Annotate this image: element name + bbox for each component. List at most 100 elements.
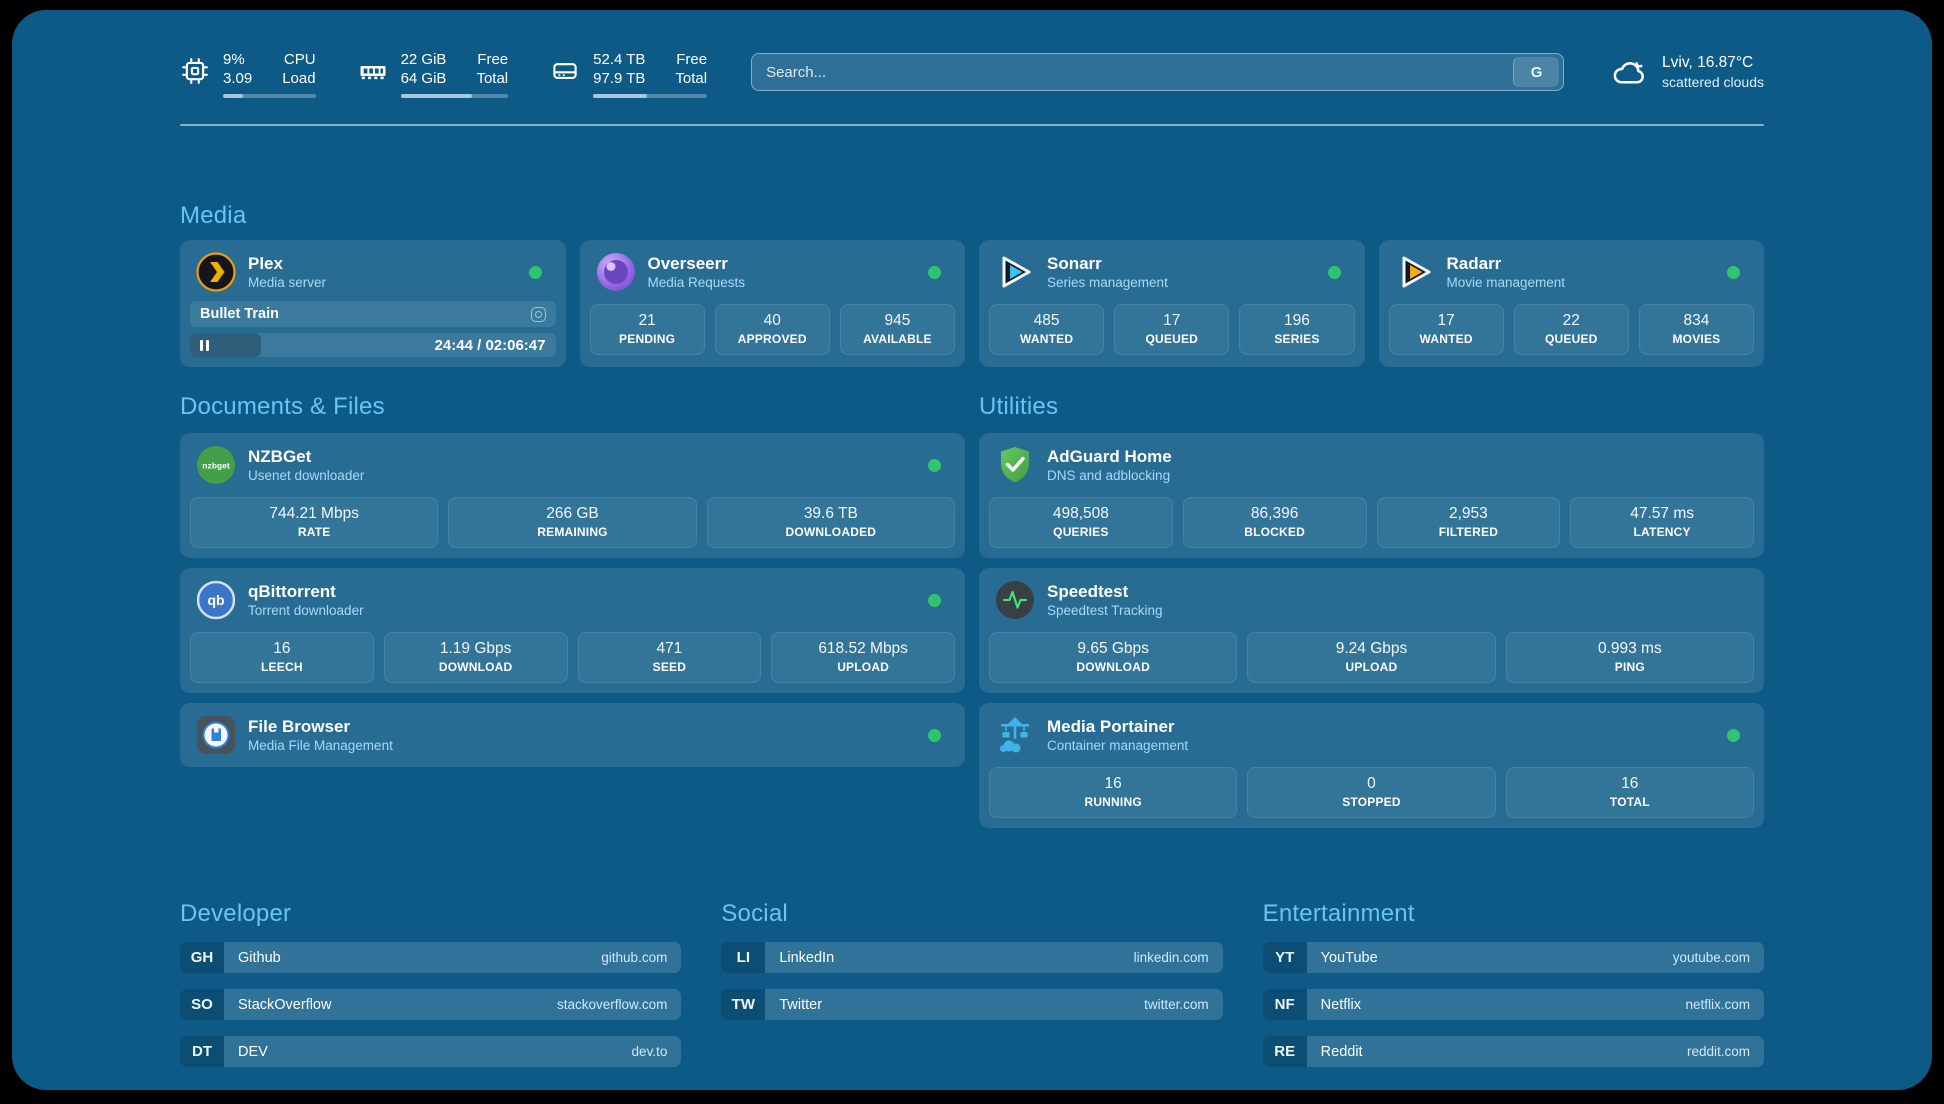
service-card-overseerr[interactable]: Overseerr Media Requests 21PENDING 40APP… (580, 240, 966, 367)
service-card-adguard[interactable]: AdGuard Home DNS and adblocking 498,508Q… (979, 433, 1764, 558)
section-title-entertainment: Entertainment (1263, 900, 1764, 928)
service-name: Overseerr (648, 253, 746, 274)
section-title-media: Media (180, 202, 1764, 230)
bookmark-dev[interactable]: DT DEV dev.to (180, 1036, 681, 1067)
service-subtitle: Speedtest Tracking (1047, 602, 1163, 620)
stat-box: 39.6 TBDOWNLOADED (707, 497, 955, 548)
screenshot-frame: 9% 3.09 CPU Load (0, 0, 1944, 1104)
service-card-nzbget[interactable]: nzbget NZBGet Usenet downloader 744.21 M… (180, 433, 965, 558)
bookmark-name: Twitter (779, 997, 822, 1013)
stat-box: 498,508QUERIES (989, 497, 1173, 548)
bookmark-url: youtube.com (1673, 950, 1750, 965)
disk-total-label: Total (675, 69, 707, 88)
bookmark-abbr: YT (1263, 942, 1307, 973)
service-card-plex[interactable]: Plex Media server Bullet Train 24:44 / 0… (180, 240, 566, 367)
status-dot (928, 594, 941, 607)
bookmark-name: YouTube (1321, 950, 1378, 966)
memory-icon (358, 56, 388, 86)
weather-condition: scattered clouds (1662, 73, 1764, 91)
bookmark-twitter[interactable]: TW Twitter twitter.com (721, 989, 1222, 1020)
cpu-load-value: 3.09 (223, 69, 252, 88)
memory-total-label: Total (476, 69, 508, 88)
adguard-icon (995, 445, 1035, 485)
dashboard: 9% 3.09 CPU Load (12, 10, 1932, 1090)
memory-progress-bar (401, 94, 509, 98)
memory-free-label: Free (476, 50, 508, 69)
search-engine-button[interactable]: G (1513, 57, 1559, 87)
stat-box: 471SEED (578, 632, 762, 683)
service-subtitle: DNS and adblocking (1047, 467, 1172, 485)
bookmark-url: dev.to (632, 1044, 668, 1059)
memory-total-value: 64 GiB (401, 69, 447, 88)
service-subtitle: Media Requests (648, 274, 746, 292)
section-title-utilities: Utilities (979, 393, 1764, 421)
service-subtitle: Torrent downloader (248, 602, 364, 620)
service-subtitle: Movie management (1447, 274, 1566, 292)
bookmark-linkedin[interactable]: LI LinkedIn linkedin.com (721, 942, 1222, 973)
stat-box: 21PENDING (590, 304, 705, 355)
stat-box: 16TOTAL (1506, 767, 1754, 818)
stat-box: 16RUNNING (989, 767, 1237, 818)
service-name: File Browser (248, 716, 393, 737)
service-subtitle: Series management (1047, 274, 1168, 292)
load-label: Load (282, 69, 315, 88)
search-input[interactable] (751, 53, 1564, 91)
service-subtitle: Media server (248, 274, 326, 292)
stat-box: 618.52 MbpsUPLOAD (771, 632, 955, 683)
bookmark-abbr: DT (180, 1036, 224, 1067)
stat-box: 196SERIES (1239, 304, 1354, 355)
cpu-label: CPU (282, 50, 315, 69)
bookmark-name: DEV (238, 1044, 268, 1060)
bookmark-github[interactable]: GH Github github.com (180, 942, 681, 973)
stat-box: 9.24 GbpsUPLOAD (1247, 632, 1495, 683)
stat-box: 47.57 msLATENCY (1570, 497, 1754, 548)
bookmark-url: github.com (601, 950, 667, 965)
svg-text:nzbget: nzbget (202, 461, 230, 471)
search-bar: G (751, 53, 1564, 91)
status-dot (928, 459, 941, 472)
service-subtitle: Usenet downloader (248, 467, 364, 485)
section-title-documents: Documents & Files (180, 393, 965, 421)
service-name: Plex (248, 253, 326, 274)
bookmark-url: stackoverflow.com (557, 997, 667, 1012)
service-name: Speedtest (1047, 581, 1163, 602)
playback-time: 24:44 / 02:06:47 (435, 337, 546, 354)
stat-box: 266 GBREMAINING (448, 497, 696, 548)
stat-box: 16LEECH (190, 632, 374, 683)
stat-box: 2,953FILTERED (1377, 497, 1561, 548)
stat-box: 1.19 GbpsDOWNLOAD (384, 632, 568, 683)
bookmark-youtube[interactable]: YT YouTube youtube.com (1263, 942, 1764, 973)
status-dot (1328, 266, 1341, 279)
speedtest-icon (995, 580, 1035, 620)
service-name: AdGuard Home (1047, 446, 1172, 467)
service-name: NZBGet (248, 446, 364, 467)
stat-box: 17QUEUED (1114, 304, 1229, 355)
bookmark-stackoverflow[interactable]: SO StackOverflow stackoverflow.com (180, 989, 681, 1020)
bookmark-abbr: RE (1263, 1036, 1307, 1067)
topbar-divider (180, 124, 1764, 126)
bookmark-name: LinkedIn (779, 950, 834, 966)
nzbget-icon: nzbget (196, 445, 236, 485)
bookmark-name: StackOverflow (238, 997, 331, 1013)
service-card-filebrowser[interactable]: File Browser Media File Management (180, 703, 965, 767)
disk-icon (550, 56, 580, 86)
playback-progress-bar[interactable]: 24:44 / 02:06:47 (190, 333, 556, 357)
disk-stat: 52.4 TB 97.9 TB Free Total (550, 50, 707, 98)
service-card-radarr[interactable]: Radarr Movie management 17WANTED 22QUEUE… (1379, 240, 1765, 367)
bookmark-abbr: NF (1263, 989, 1307, 1020)
service-card-sonarr[interactable]: Sonarr Series management 485WANTED 17QUE… (979, 240, 1365, 367)
bookmark-reddit[interactable]: RE Reddit reddit.com (1263, 1036, 1764, 1067)
stat-box: 485WANTED (989, 304, 1104, 355)
radarr-icon (1395, 252, 1435, 292)
svg-text:qb: qb (207, 592, 224, 608)
status-dot (928, 266, 941, 279)
pause-button[interactable] (200, 340, 209, 351)
service-name: qBittorrent (248, 581, 364, 602)
service-card-qbittorrent[interactable]: qb qBittorrent Torrent downloader 16LEEC… (180, 568, 965, 693)
bookmark-netflix[interactable]: NF Netflix netflix.com (1263, 989, 1764, 1020)
service-card-speedtest[interactable]: Speedtest Speedtest Tracking 9.65 GbpsDO… (979, 568, 1764, 693)
system-stats: 9% 3.09 CPU Load (180, 50, 707, 98)
service-card-portainer[interactable]: Media Portainer Container management 16R… (979, 703, 1764, 828)
bookmark-abbr: LI (721, 942, 765, 973)
stat-box: 834MOVIES (1639, 304, 1754, 355)
